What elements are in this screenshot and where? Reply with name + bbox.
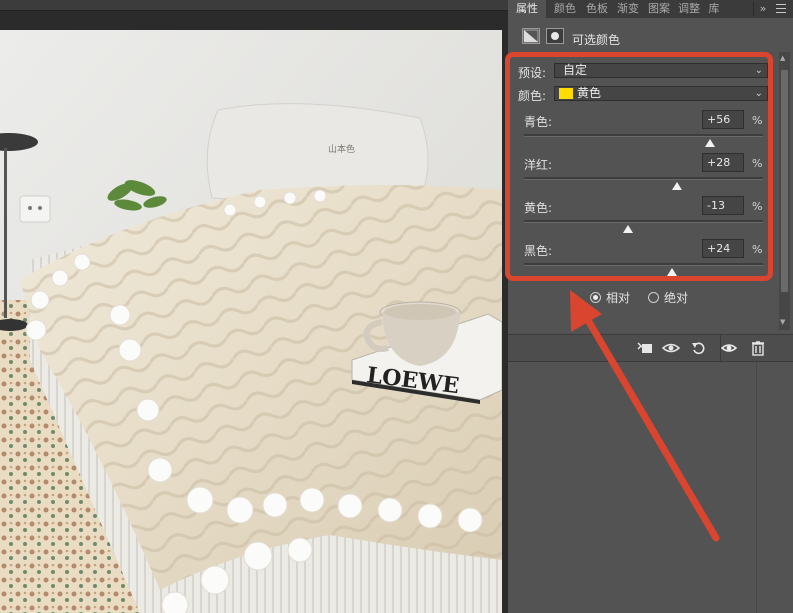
panel-bottom-toolbar <box>508 334 793 362</box>
highlight-box <box>505 52 773 281</box>
panel-column-divider <box>756 362 757 613</box>
radio-dot-icon <box>590 292 601 303</box>
document-canvas[interactable]: 山本色 LOEWE <box>0 0 508 613</box>
panel-header: 可选颜色 <box>508 26 793 52</box>
double-chevron-icon[interactable]: » <box>756 0 770 18</box>
radio-dot-icon <box>648 292 659 303</box>
method-relative-label: 相对 <box>606 291 631 305</box>
photo-image: 山本色 LOEWE <box>0 30 502 613</box>
scroll-up-icon[interactable]: ▲ <box>780 54 785 62</box>
scrollbar-thumb[interactable] <box>781 70 788 292</box>
method-absolute-radio[interactable]: 绝对 <box>648 289 688 306</box>
panel-tab-bar: 属性 颜色 色板 渐变 图案 调整 库 » <box>508 0 793 18</box>
panel-scrollbar[interactable] <box>779 52 790 330</box>
layers-area <box>508 362 793 613</box>
method-relative-radio[interactable]: 相对 <box>590 289 630 306</box>
panel-title: 可选颜色 <box>572 33 621 47</box>
trash-icon[interactable] <box>749 339 767 357</box>
tab-swatches[interactable]: 色板 <box>582 0 612 18</box>
tab-gradients[interactable]: 渐变 <box>613 0 643 18</box>
clip-to-layer-icon[interactable] <box>636 339 654 357</box>
tab-adjustments[interactable]: 调整 <box>674 0 704 18</box>
canvas-top-bar <box>0 0 508 11</box>
pillow-text: 山本色 <box>328 143 355 155</box>
visibility-eye-icon[interactable] <box>720 339 738 357</box>
tab-patterns[interactable]: 图案 <box>644 0 674 18</box>
tab-properties[interactable]: 属性 <box>508 0 546 18</box>
method-absolute-label: 绝对 <box>664 291 689 305</box>
panel-menu-icon[interactable] <box>776 4 786 14</box>
reset-icon[interactable] <box>690 339 708 357</box>
tab-divider <box>753 2 754 16</box>
tab-libraries[interactable]: 库 <box>704 0 724 18</box>
scroll-down-icon[interactable]: ▼ <box>780 318 785 326</box>
mask-icon[interactable] <box>546 28 564 44</box>
adjustment-layer-icon[interactable] <box>522 28 540 44</box>
view-previous-state-icon[interactable] <box>661 339 681 357</box>
tab-color[interactable]: 颜色 <box>550 0 580 18</box>
